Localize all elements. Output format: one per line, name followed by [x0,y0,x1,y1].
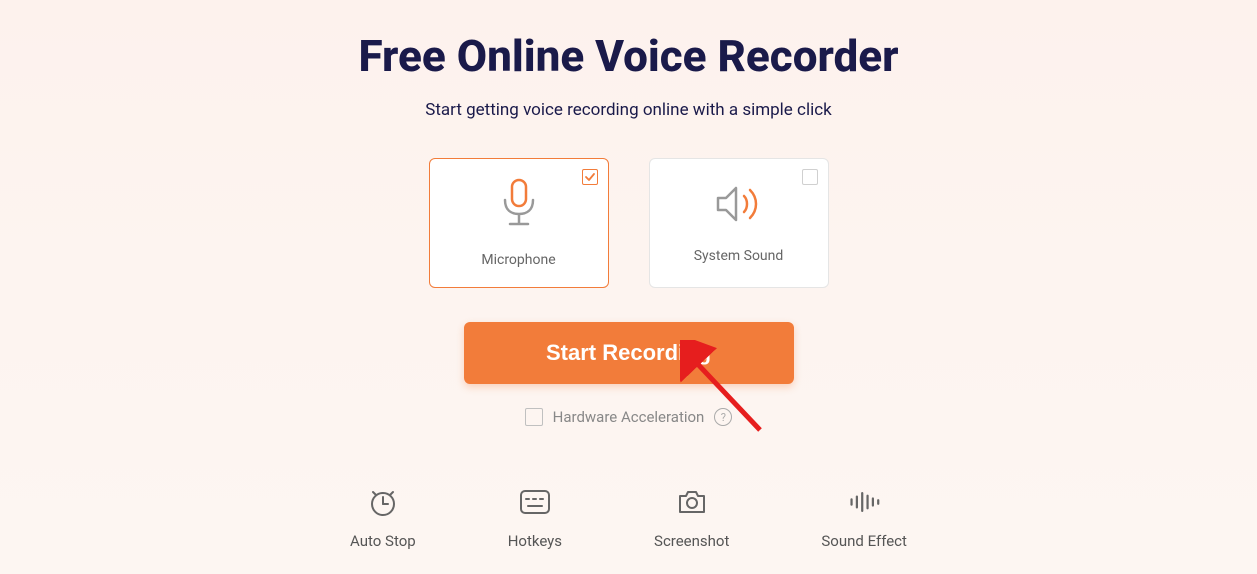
hardware-acceleration-checkbox[interactable] [525,408,543,426]
source-label-microphone: Microphone [481,252,555,268]
feature-hotkeys[interactable]: Hotkeys [508,486,562,550]
hardware-acceleration-label: Hardware Acceleration [553,408,705,426]
help-icon[interactable]: ? [714,408,732,426]
feature-label-auto-stop: Auto Stop [350,532,416,550]
waveform-icon [848,486,880,518]
start-recording-button[interactable]: Start Recording [464,322,794,384]
feature-label-hotkeys: Hotkeys [508,532,562,550]
feature-screenshot[interactable]: Screenshot [654,486,729,550]
checkbox-microphone[interactable] [582,169,598,185]
page-subtitle: Start getting voice recording online wit… [425,100,831,120]
clock-icon [367,486,399,518]
microphone-icon [497,178,541,234]
source-options: Microphone System Sound [429,158,829,288]
source-label-system-sound: System Sound [694,248,784,264]
page-title: Free Online Voice Recorder [358,30,898,82]
source-card-system-sound[interactable]: System Sound [649,158,829,288]
feature-auto-stop[interactable]: Auto Stop [350,486,416,550]
checkbox-system-sound[interactable] [802,169,818,185]
source-card-microphone[interactable]: Microphone [429,158,609,288]
features-row: Auto Stop Hotkeys Screenshot [350,486,907,550]
keyboard-icon [519,486,551,518]
feature-label-sound-effect: Sound Effect [821,532,907,550]
feature-label-screenshot: Screenshot [654,532,729,550]
check-icon [584,171,596,183]
hardware-acceleration-option: Hardware Acceleration ? [525,408,733,426]
speaker-icon [714,182,764,230]
feature-sound-effect[interactable]: Sound Effect [821,486,907,550]
camera-icon [676,486,708,518]
